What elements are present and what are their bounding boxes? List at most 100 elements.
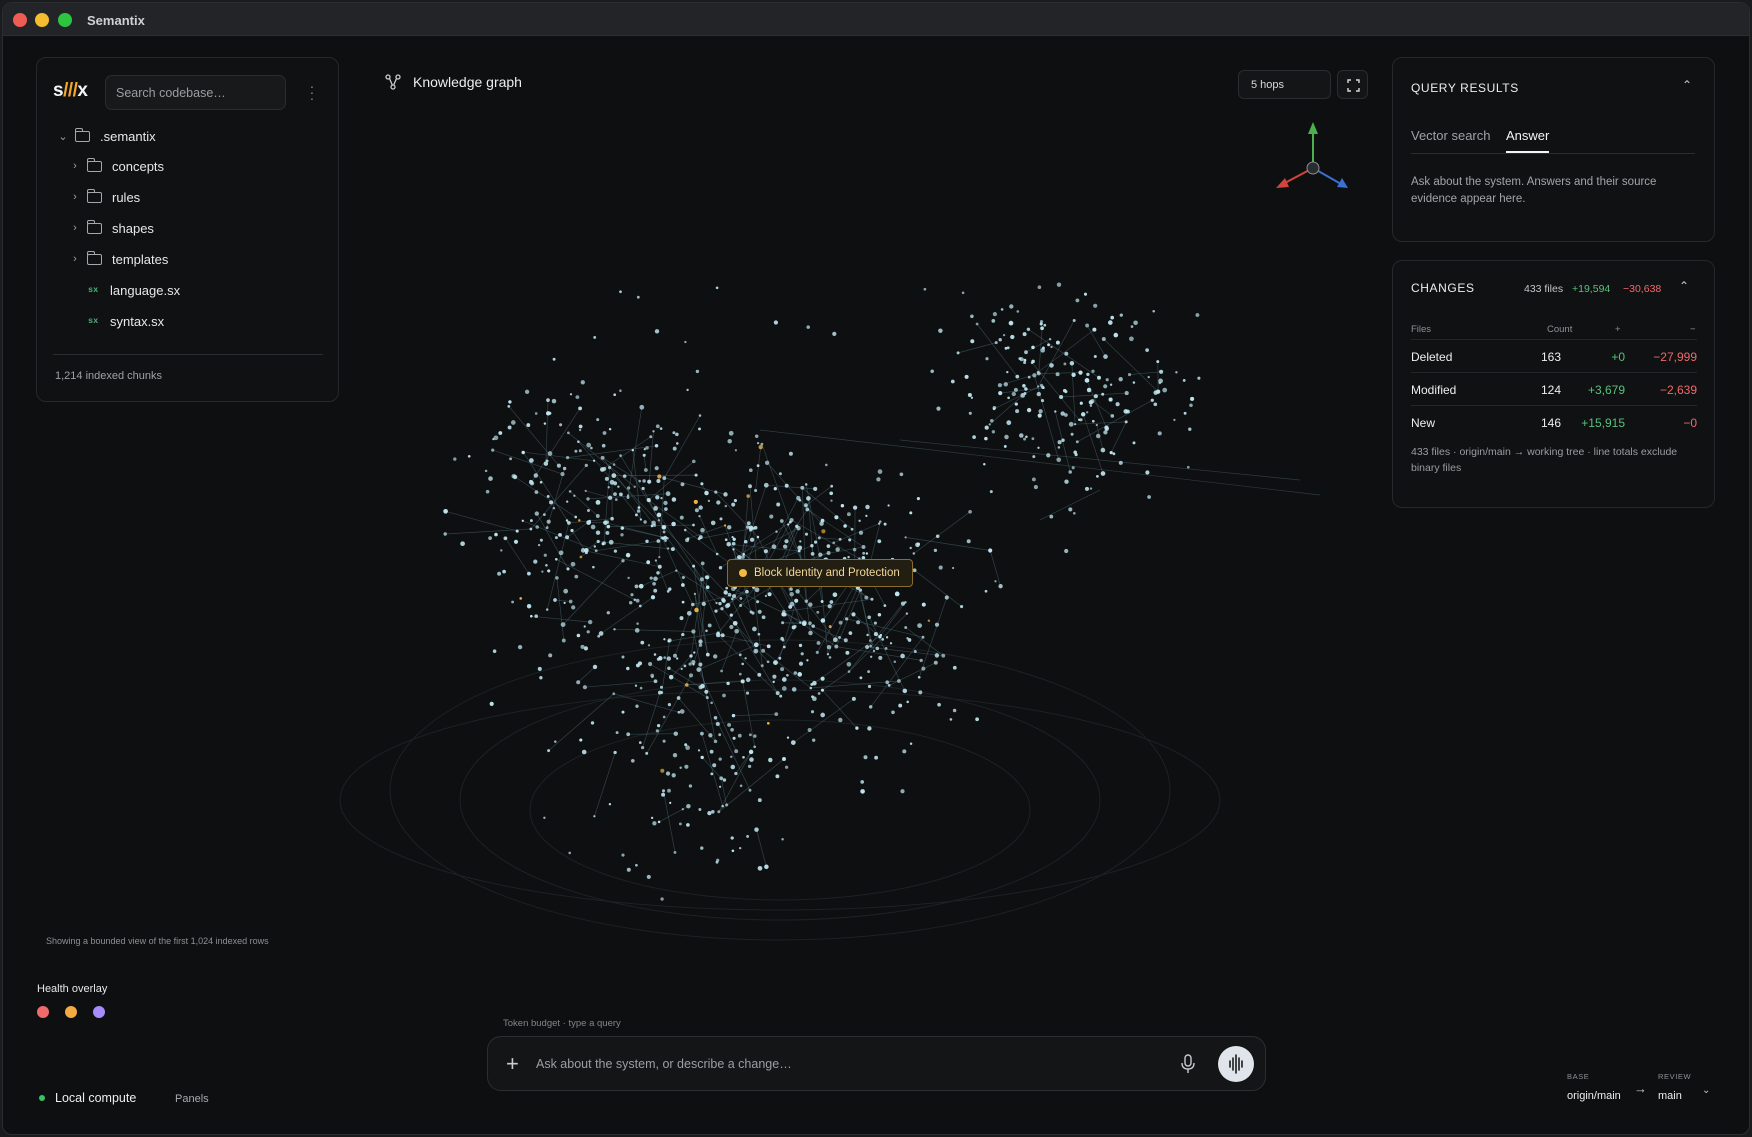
graph-node[interactable]: [551, 398, 557, 404]
graph-node[interactable]: [669, 801, 672, 805]
graph-node[interactable]: [1000, 308, 1004, 311]
graph-node[interactable]: [622, 474, 627, 478]
graph-node[interactable]: [634, 628, 640, 633]
graph-node[interactable]: [587, 509, 590, 512]
graph-node[interactable]: [700, 846, 704, 850]
graph-node[interactable]: [748, 749, 754, 755]
graph-node[interactable]: [1084, 486, 1090, 491]
graph-node[interactable]: [952, 665, 957, 670]
graph-node[interactable]: [843, 524, 847, 528]
graph-node[interactable]: [1132, 441, 1136, 445]
graph-node[interactable]: [1040, 399, 1045, 403]
graph-node[interactable]: [768, 757, 773, 763]
graph-node[interactable]: [804, 483, 808, 486]
graph-node[interactable]: [638, 741, 642, 744]
graph-node[interactable]: [653, 653, 657, 656]
graph-node[interactable]: [1101, 392, 1105, 396]
graph-node[interactable]: [1060, 411, 1065, 416]
graph-node[interactable]: [746, 494, 750, 498]
graph-node[interactable]: [596, 539, 600, 544]
graph-node[interactable]: [1024, 350, 1028, 355]
graph-node[interactable]: [666, 547, 670, 550]
graph-node[interactable]: [949, 718, 953, 721]
graph-node[interactable]: [852, 547, 857, 552]
graph-node[interactable]: [826, 653, 830, 656]
graph-node[interactable]: [1070, 432, 1074, 436]
tab-vector-search[interactable]: Vector search: [1411, 128, 1491, 151]
graph-node[interactable]: [870, 597, 874, 601]
graph-node[interactable]: [1031, 437, 1035, 441]
graph-node[interactable]: [578, 406, 583, 411]
graph-node[interactable]: [1024, 387, 1028, 391]
graph-node[interactable]: [656, 478, 661, 484]
graph-node[interactable]: [1089, 487, 1093, 490]
graph-node[interactable]: [602, 466, 607, 471]
graph-node[interactable]: [731, 535, 734, 539]
graph-node[interactable]: [991, 319, 996, 323]
graph-node[interactable]: [679, 709, 685, 714]
graph-node[interactable]: [730, 764, 736, 770]
graph-node[interactable]: [773, 487, 777, 491]
graph-node[interactable]: [621, 559, 625, 563]
graph-node[interactable]: [1031, 477, 1036, 482]
graph-node[interactable]: [593, 335, 597, 339]
graph-node[interactable]: [791, 625, 796, 630]
graph-node[interactable]: [590, 524, 596, 530]
graph-node[interactable]: [875, 646, 880, 651]
graph-node[interactable]: [649, 435, 653, 439]
graph-node[interactable]: [923, 287, 927, 291]
graph-node[interactable]: [651, 675, 654, 679]
graph-node[interactable]: [827, 604, 832, 609]
graph-node[interactable]: [1158, 378, 1163, 384]
graph-node[interactable]: [783, 613, 787, 617]
graph-node[interactable]: [494, 532, 498, 537]
graph-node[interactable]: [594, 549, 598, 553]
graph-node[interactable]: [1101, 337, 1106, 341]
graph-node[interactable]: [545, 608, 549, 611]
graph-node[interactable]: [862, 551, 866, 555]
graph-node[interactable]: [559, 423, 563, 427]
graph-node[interactable]: [917, 623, 922, 628]
graph-node[interactable]: [784, 483, 789, 488]
graph-node[interactable]: [884, 646, 888, 650]
graph-node[interactable]: [789, 517, 794, 523]
graph-node[interactable]: [1006, 346, 1010, 350]
graph-node[interactable]: [662, 715, 666, 719]
graph-node[interactable]: [565, 535, 570, 540]
graph-node[interactable]: [588, 619, 593, 625]
graph-node[interactable]: [511, 600, 514, 604]
graph-node[interactable]: [554, 557, 558, 561]
graph-node[interactable]: [613, 750, 617, 755]
graph-node[interactable]: [1124, 420, 1128, 424]
graph-node[interactable]: [846, 661, 852, 667]
graph-node[interactable]: [672, 431, 676, 435]
tree-folder-semantix[interactable]: ⌄ .semantix: [57, 125, 156, 147]
graph-node[interactable]: [960, 605, 964, 609]
graph-node[interactable]: [740, 679, 745, 684]
graph-node[interactable]: [916, 542, 920, 546]
graph-node[interactable]: [810, 710, 815, 714]
graph-node[interactable]: [938, 565, 943, 570]
graph-node[interactable]: [898, 703, 903, 708]
graph-node[interactable]: [688, 662, 692, 666]
graph-node[interactable]: [1093, 394, 1098, 399]
graph-node[interactable]: [728, 430, 734, 436]
graph-node[interactable]: [749, 526, 754, 531]
graph-node[interactable]: [718, 566, 723, 570]
graph-node[interactable]: [919, 658, 923, 663]
graph-node[interactable]: [581, 749, 587, 755]
graph-node[interactable]: [817, 692, 821, 695]
graph-node[interactable]: [1105, 378, 1109, 382]
knowledge-graph-canvas[interactable]: [300, 100, 1480, 1000]
graph-node[interactable]: [867, 615, 872, 620]
graph-node[interactable]: [906, 700, 909, 704]
graph-node[interactable]: [681, 808, 684, 811]
graph-node[interactable]: [1015, 409, 1020, 414]
graph-node[interactable]: [715, 721, 720, 727]
graph-node[interactable]: [535, 525, 539, 529]
graph-node[interactable]: [558, 550, 564, 556]
graph-node[interactable]: [562, 466, 567, 471]
chevron-down-icon[interactable]: ⌄: [1702, 1085, 1710, 1096]
graph-node[interactable]: [756, 464, 760, 468]
graph-node[interactable]: [661, 525, 667, 530]
